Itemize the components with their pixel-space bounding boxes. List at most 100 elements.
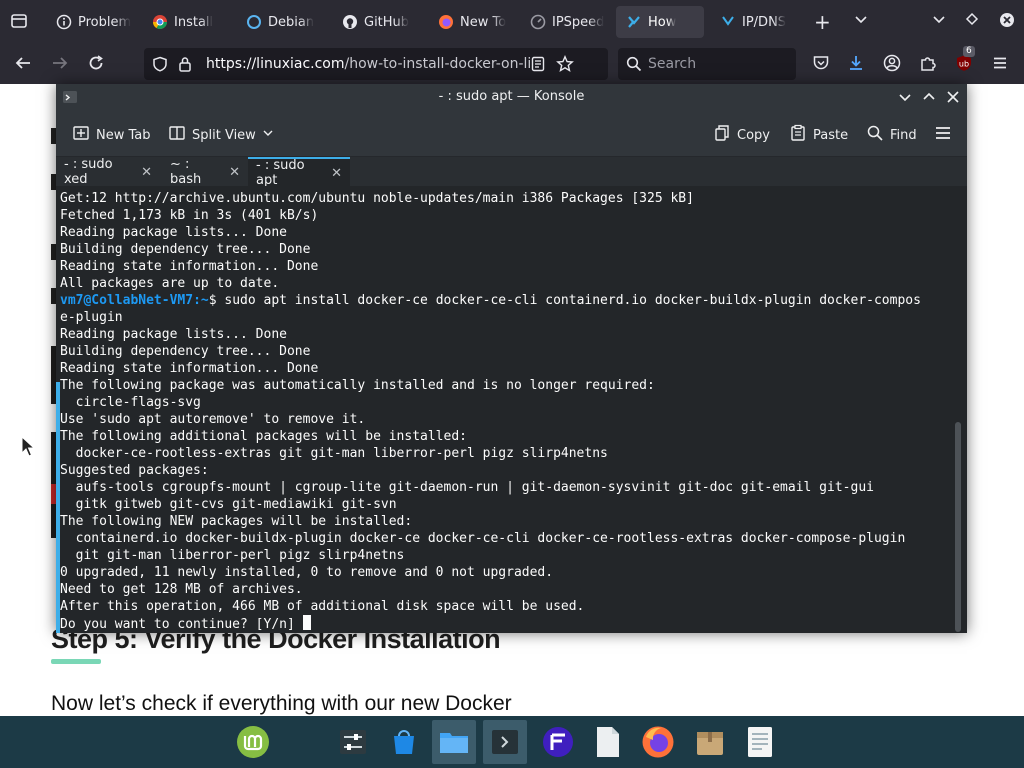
tracking-shield-icon[interactable] <box>152 56 168 76</box>
text-file-icon[interactable] <box>586 720 630 764</box>
settings-mixer-icon[interactable] <box>331 720 375 764</box>
browser-tab-problem[interactable]: Problem <box>46 6 134 38</box>
window-close-icon[interactable] <box>999 12 1015 32</box>
debian-icon <box>246 14 262 30</box>
copy-icon <box>713 124 731 146</box>
svg-text:ub: ub <box>959 60 969 69</box>
file-manager-icon[interactable] <box>432 720 476 764</box>
hamburger-menu-button[interactable] <box>934 124 952 146</box>
url-path: /how-to-install-docker-on-li <box>344 56 532 72</box>
konsole-tab-label: - : sudo apt <box>256 158 305 188</box>
search-placeholder: Search <box>648 56 697 72</box>
konsole-maximize-icon[interactable] <box>922 90 936 108</box>
ublock-origin-icon[interactable]: ub 6 <box>955 46 975 77</box>
browser-tab-label: GitHub <box>364 14 410 30</box>
new-tab-plus-icon[interactable]: + <box>814 10 831 34</box>
downloads-icon[interactable] <box>847 54 865 77</box>
software-store-icon[interactable] <box>382 720 426 764</box>
close-tab-icon[interactable]: ✕ <box>229 165 240 180</box>
pocket-icon[interactable] <box>812 54 830 77</box>
new-tab-icon <box>72 124 90 146</box>
terminal-line: Reading state information... Done <box>60 361 319 376</box>
floorp-icon[interactable] <box>536 720 580 764</box>
terminal-line: circle-flags-svg <box>60 395 201 410</box>
browser-tab-ipspeed[interactable]: IPSpeed <box>520 6 610 38</box>
extension-badge: 6 <box>963 46 975 57</box>
konsole-tab-sudo-apt[interactable]: - : sudo apt ✕ <box>248 157 350 188</box>
text-editor-icon[interactable] <box>738 720 782 764</box>
back-arrow-icon[interactable] <box>14 54 32 77</box>
prompt-command: $ sudo apt install docker-ce docker-ce-c… <box>208 293 921 308</box>
terminal-line: Fetched 1,173 kB in 3s (401 kB/s) <box>60 208 319 223</box>
window-maximize-icon[interactable] <box>965 12 979 30</box>
konsole-close-icon[interactable] <box>946 90 960 108</box>
terminal-icon[interactable] <box>483 720 527 764</box>
close-tab-icon[interactable]: ✕ <box>331 166 342 181</box>
terminal-output[interactable]: Get:12 http://archive.ubuntu.com/ubuntu … <box>56 186 967 633</box>
find-button[interactable]: Find <box>866 124 917 146</box>
konsole-tab-bash[interactable]: ~ : bash ✕ <box>162 157 248 187</box>
browser-tab-debian[interactable]: Debian <box>236 6 324 38</box>
mint-menu-icon[interactable] <box>231 720 275 764</box>
terminal-line: Suggested packages: <box>60 463 209 478</box>
new-tab-label: New Tab <box>96 127 151 143</box>
browser-tab-new-to[interactable]: New To <box>428 6 516 38</box>
chrome-style-icon <box>152 14 168 30</box>
browser-tab-strip: Problem Install Debian GitHub New To IPS… <box>0 0 1024 44</box>
split-view-chevron-icon[interactable] <box>262 127 274 143</box>
terminal-line: Reading state information... Done <box>60 259 319 274</box>
window-minimize-icon[interactable] <box>932 12 946 30</box>
text-cursor <box>302 615 311 630</box>
konsole-window: - : sudo apt — Konsole New Tab Split Vie… <box>56 84 967 633</box>
url-bar[interactable]: https://linuxiac.com/how-to-install-dock… <box>144 48 608 80</box>
reload-icon[interactable] <box>87 54 105 77</box>
url-host: https://linuxiac.com <box>206 56 345 72</box>
terminal-scrollbar[interactable] <box>955 422 961 632</box>
terminal-line: gitk gitweb git-cvs git-mediawiki git-sv… <box>60 497 397 512</box>
bookmark-star-icon[interactable] <box>556 55 574 77</box>
terminal-line: Need to get 128 MB of archives. <box>60 582 303 597</box>
browser-tab-github[interactable]: GitHub <box>332 6 420 38</box>
url-text[interactable]: https://linuxiac.com/how-to-install-dock… <box>206 56 536 72</box>
forward-arrow-icon[interactable] <box>51 54 69 77</box>
new-tab-button[interactable]: New Tab <box>72 124 151 146</box>
terminal-line: Building dependency tree... Done <box>60 344 311 359</box>
terminal-line: After this operation, 466 MB of addition… <box>60 599 585 614</box>
browser-tab-label: IP/DNS <box>742 14 787 30</box>
reader-view-icon[interactable] <box>530 56 546 76</box>
konsole-tab-sudo-xed[interactable]: - : sudo xed ✕ <box>56 157 160 187</box>
paste-button[interactable]: Paste <box>789 124 848 146</box>
firefox-icon[interactable] <box>636 720 680 764</box>
firefox-icon <box>438 14 454 30</box>
split-view-button[interactable]: Split View <box>168 124 274 146</box>
heading-underline <box>51 659 101 664</box>
github-icon <box>342 14 358 30</box>
search-input[interactable]: Search <box>618 48 796 80</box>
account-icon[interactable] <box>883 54 901 77</box>
terminal-line: The following additional packages will b… <box>60 429 467 444</box>
lock-icon[interactable] <box>178 56 192 76</box>
konsole-toolbar: New Tab Split View Copy Paste Find <box>56 110 967 156</box>
browser-tab-install[interactable]: Install <box>142 6 230 38</box>
hamburger-menu-icon[interactable] <box>991 54 1009 77</box>
konsole-titlebar[interactable]: - : sudo apt — Konsole <box>56 84 967 110</box>
konsole-minimize-icon[interactable] <box>898 90 912 108</box>
copy-button[interactable]: Copy <box>713 124 770 146</box>
list-tabs-chevron-icon[interactable] <box>854 12 868 30</box>
terminal-line: All packages are up to date. <box>60 276 280 291</box>
terminal-line: aufs-tools cgroupfs-mount | cgroup-lite … <box>60 480 874 495</box>
terminal-input-line[interactable]: Do you want to continue? [Y/n] <box>60 615 311 633</box>
browser-tab-how[interactable]: How <box>616 6 704 38</box>
close-tab-icon[interactable]: ✕ <box>141 165 152 180</box>
browser-tab-ipdns[interactable]: IP/DNS <box>710 6 802 38</box>
terminal-line: Reading package lists... Done <box>60 327 287 342</box>
tab-overview-icon[interactable] <box>10 12 28 34</box>
split-view-label: Split View <box>192 127 256 143</box>
terminal-line: e-plugin <box>60 310 123 325</box>
terminal-line: The following NEW packages will be insta… <box>60 514 413 529</box>
browser-tab-label: How <box>648 14 677 30</box>
linuxiac-icon <box>626 14 642 30</box>
extensions-puzzle-icon[interactable] <box>919 54 937 77</box>
continue-prompt: Do you want to continue? [Y/n] <box>60 617 303 632</box>
archive-manager-icon[interactable] <box>688 720 732 764</box>
